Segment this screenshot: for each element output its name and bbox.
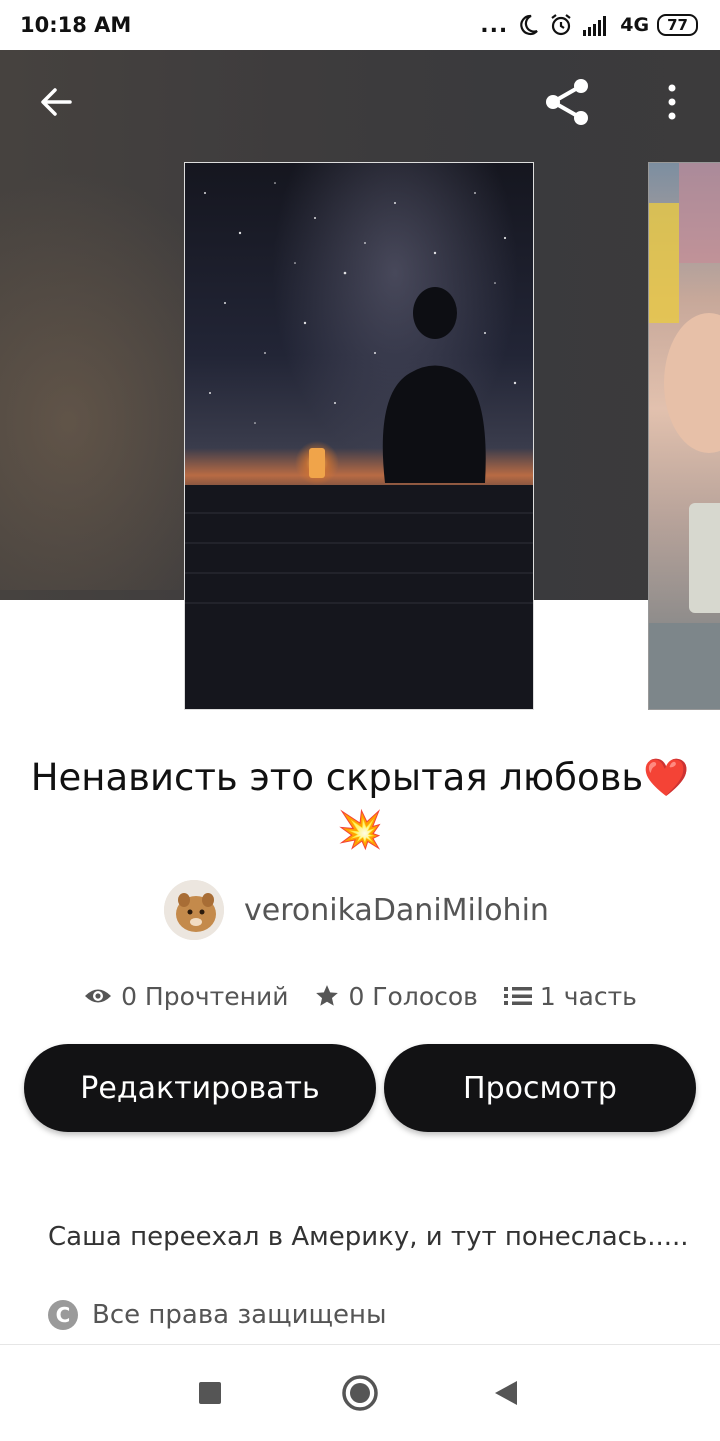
copyright-text: Все права защищены	[92, 1300, 387, 1330]
eye-icon	[85, 989, 112, 1003]
story-title: Ненависть это скрытая любовь❤️ 💥	[20, 752, 700, 856]
network-type: 4G	[620, 14, 650, 36]
reads-stat: 0 Прочтений	[83, 982, 288, 1011]
signal-icon	[583, 16, 607, 36]
star-icon	[316, 985, 339, 1006]
reads-count: 0 Прочтений	[121, 981, 289, 1011]
status-bar: 10:18 AM ... 4G 77	[0, 0, 720, 50]
votes-stat: 0 Голосов	[314, 981, 478, 1011]
share-icon	[546, 79, 588, 125]
recents-button[interactable]	[186, 1369, 234, 1417]
votes-count: 0 Голосов	[348, 981, 478, 1011]
story-title-text: Ненависть это скрытая любовь❤️	[30, 756, 690, 799]
back-arrow-icon	[41, 88, 72, 116]
next-story-cover[interactable]	[648, 162, 720, 710]
story-stats: 0 Прочтений 0 Голосов 1 часть	[0, 976, 720, 1016]
avatar-image	[164, 880, 224, 940]
story-title-emoji: 💥	[336, 808, 384, 851]
story-description: Саша переехал в Америку, и тут понеслась…	[48, 1222, 689, 1252]
more-options-button[interactable]	[640, 70, 704, 134]
status-time: 10:18 AM	[20, 13, 132, 37]
moon-icon	[520, 14, 539, 36]
edit-button[interactable]: Редактировать	[24, 1044, 376, 1132]
status-icons: ... 4G 77	[480, 12, 698, 38]
cover-image	[185, 163, 533, 709]
parts-stat: 1 часть	[503, 981, 637, 1011]
next-cover-image	[649, 163, 720, 709]
author-name[interactable]: veronikaDaniMilohin	[244, 893, 549, 928]
copyright-icon: C	[48, 1300, 78, 1330]
alarm-icon	[551, 14, 571, 36]
battery-indicator: 77	[657, 14, 698, 36]
copyright-row: C Все права защищены	[48, 1300, 387, 1330]
more-dots: ...	[480, 12, 509, 38]
view-button[interactable]: Просмотр	[384, 1044, 696, 1132]
square-icon	[199, 1382, 221, 1404]
author-row[interactable]: veronikaDaniMilohin	[164, 880, 549, 940]
back-nav-button[interactable]	[482, 1369, 530, 1417]
triangle-back-icon	[495, 1381, 517, 1405]
parts-count: 1 часть	[539, 981, 637, 1011]
system-nav-bar	[0, 1344, 720, 1441]
home-circle-icon	[342, 1375, 378, 1411]
story-cover[interactable]	[184, 162, 534, 710]
avatar[interactable]	[164, 880, 224, 940]
share-button[interactable]	[535, 70, 599, 134]
more-vert-icon	[668, 84, 676, 120]
back-button[interactable]	[24, 70, 88, 134]
list-icon	[503, 987, 532, 1005]
home-button[interactable]	[336, 1369, 384, 1417]
